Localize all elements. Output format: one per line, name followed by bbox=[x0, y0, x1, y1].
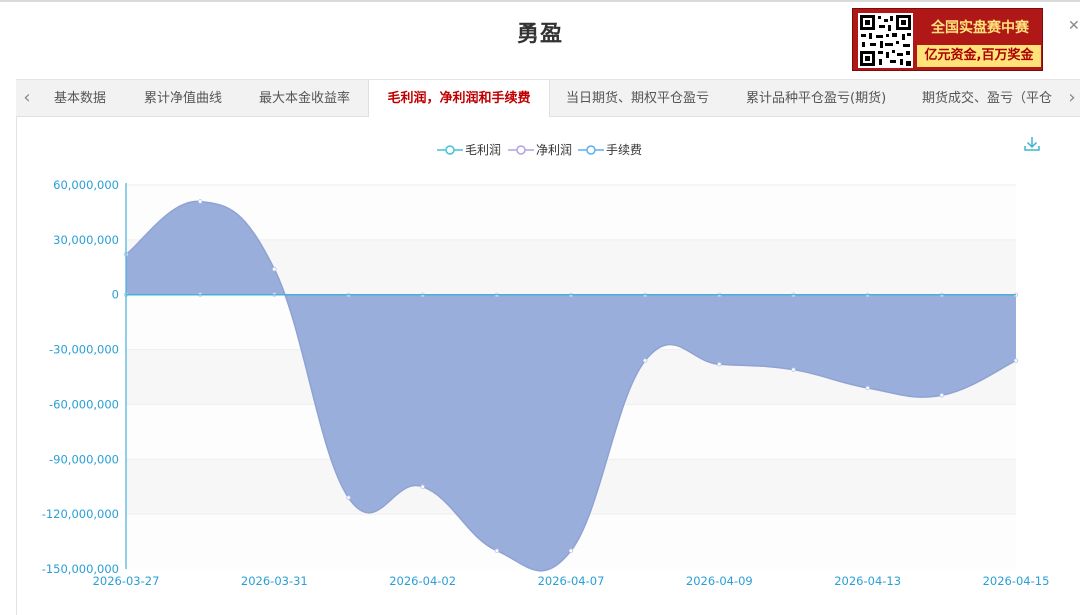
chart-area: 60,000,000 30,000,000 0 -30,000,000 -60,000,… bbox=[42, 178, 1050, 588]
x-tick-label: 2026-04-15 bbox=[983, 574, 1050, 588]
x-tick-label: 2026-04-07 bbox=[538, 574, 605, 588]
point-gross-profit bbox=[717, 362, 722, 367]
x-tick-label: 2026-04-13 bbox=[834, 574, 901, 588]
y-tick-label: -30,000,000 bbox=[49, 343, 119, 357]
x-tick-label: 2026-04-02 bbox=[389, 574, 456, 588]
grid-band bbox=[126, 185, 1016, 240]
point-gross-profit bbox=[346, 495, 351, 500]
point-gross-profit bbox=[568, 548, 574, 553]
point-gross-profit bbox=[494, 548, 500, 553]
point-gross-profit bbox=[420, 484, 425, 489]
y-tick-label: 60,000,000 bbox=[53, 178, 119, 192]
y-tick-label: 0 bbox=[112, 288, 119, 302]
point-gross-profit bbox=[642, 358, 648, 363]
point-gross-profit bbox=[1013, 358, 1019, 363]
point-gross-profit bbox=[865, 385, 870, 391]
y-tick-label: -60,000,000 bbox=[49, 397, 119, 411]
x-tick-label: 2026-03-27 bbox=[93, 574, 160, 588]
point-gross-profit bbox=[197, 199, 203, 204]
x-tick-label: 2026-04-09 bbox=[686, 574, 753, 588]
x-tick-label: 2026-03-31 bbox=[241, 574, 308, 588]
y-tick-label: -90,000,000 bbox=[49, 452, 119, 466]
point-gross-profit bbox=[939, 393, 945, 398]
y-tick-label: -120,000,000 bbox=[42, 507, 119, 521]
point-gross-profit bbox=[272, 266, 277, 272]
point-gross-profit bbox=[791, 367, 796, 372]
y-tick-label: 30,000,000 bbox=[53, 233, 119, 247]
